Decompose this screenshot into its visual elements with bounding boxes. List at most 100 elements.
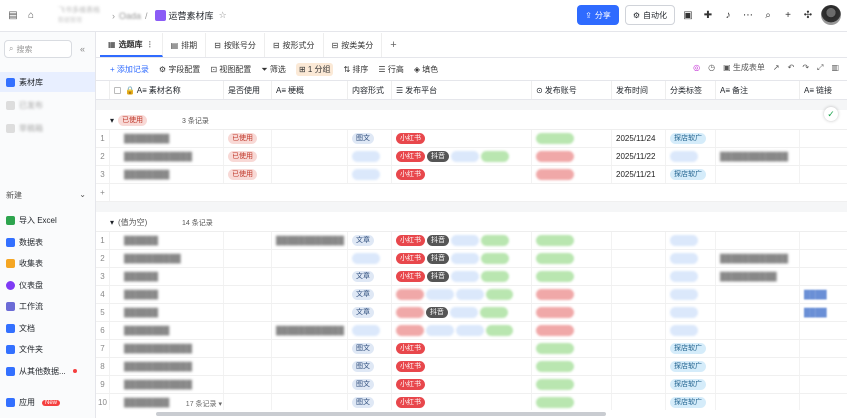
- cell-tag[interactable]: ████: [666, 250, 716, 267]
- add-record-button[interactable]: + 添加记录: [110, 64, 149, 75]
- cell-link[interactable]: [800, 358, 847, 375]
- sidebar-item-table[interactable]: 已发布: [0, 95, 95, 115]
- row-number[interactable]: 8: [96, 358, 110, 375]
- sidebar-toggle-icon[interactable]: ▤: [6, 9, 20, 23]
- cell-account[interactable]: ██████: [532, 358, 612, 375]
- cell-used[interactable]: 已使用: [224, 166, 272, 183]
- document-title[interactable]: 运营素材库: [169, 9, 214, 22]
- row-number[interactable]: 1: [96, 130, 110, 147]
- table-row[interactable]: 1 ████████ 已使用 图文 小红书 ██████ 2025/11/24 探店软广: [96, 130, 847, 148]
- parent-page-link[interactable]: Oada: [119, 11, 141, 21]
- cell-date[interactable]: 2025/11/24: [612, 130, 666, 147]
- row-number[interactable]: 1: [96, 232, 110, 249]
- cell-account[interactable]: ██████: [532, 394, 612, 410]
- new-section-header[interactable]: 新建 ⌄: [6, 190, 86, 201]
- link-chip[interactable]: ████: [804, 308, 827, 317]
- row-number[interactable]: 3: [96, 166, 110, 183]
- cell-summary[interactable]: [272, 358, 348, 375]
- collapse-sidebar-icon[interactable]: «: [80, 44, 85, 54]
- cell-note[interactable]: [716, 304, 800, 321]
- cell-used[interactable]: [224, 250, 272, 267]
- cell-platform[interactable]: ████ ████ ████ ████: [392, 286, 532, 303]
- chevron-down-icon[interactable]: ▾: [110, 218, 114, 227]
- filter-button[interactable]: ⏷ 筛选: [261, 64, 286, 75]
- cell-summary[interactable]: [272, 286, 348, 303]
- menu-data-table[interactable]: 数据表: [0, 232, 96, 254]
- cell-used[interactable]: [224, 394, 272, 410]
- cell-form[interactable]: 文章: [348, 286, 392, 303]
- settings-icon[interactable]: ▥: [831, 63, 839, 72]
- cell-form[interactable]: 文章: [348, 232, 392, 249]
- sort-button[interactable]: ⇅ 排序: [343, 64, 368, 75]
- row-number[interactable]: 3: [96, 268, 110, 285]
- row-number[interactable]: 9: [96, 376, 110, 393]
- cell-summary[interactable]: [272, 250, 348, 267]
- search-input[interactable]: ⌕ 搜索: [4, 40, 72, 58]
- cell-summary[interactable]: [272, 130, 348, 147]
- group-header-row[interactable]: ▾ (值为空) 14 条记录: [96, 212, 847, 232]
- cell-note[interactable]: [716, 322, 800, 339]
- menu-folder[interactable]: 文件夹: [0, 339, 96, 361]
- search-icon[interactable]: ⌕: [761, 8, 775, 22]
- cell-tag[interactable]: ████: [666, 286, 716, 303]
- cell-date[interactable]: [612, 268, 666, 285]
- cell-name[interactable]: ██████: [110, 286, 224, 303]
- cell-date[interactable]: [612, 286, 666, 303]
- cell-date[interactable]: [612, 304, 666, 321]
- cell-platform[interactable]: 小红书 抖音 ████ ████: [392, 268, 532, 285]
- cell-name[interactable]: ██████: [110, 304, 224, 321]
- row-height-button[interactable]: ☰ 行高: [378, 64, 403, 75]
- undo-icon[interactable]: ↶: [788, 63, 795, 72]
- cell-account[interactable]: ██████: [532, 322, 612, 339]
- automation-button[interactable]: ⚙ 自动化: [624, 5, 675, 25]
- column-header[interactable]: 🔒 A≡ 素材名称: [110, 81, 224, 99]
- tab-view[interactable]: ▦ 选题库 ⋮: [100, 33, 163, 57]
- menu-other-data[interactable]: 从其他数据...: [0, 361, 96, 383]
- cell-link[interactable]: [800, 166, 847, 183]
- bell-icon[interactable]: ♪: [721, 8, 735, 22]
- home-icon[interactable]: ⌂: [24, 9, 38, 23]
- table-row[interactable]: 1 ██████ ████████████ 文章 小红书 抖音 ████ ████ ██████…: [96, 232, 847, 250]
- table-row[interactable]: 3 ██████ 文章 小红书 抖音 ████ ████ ██████ ████ ████████…: [96, 268, 847, 286]
- cell-link[interactable]: [800, 376, 847, 393]
- cell-used[interactable]: [224, 286, 272, 303]
- redo-icon[interactable]: ↷: [802, 63, 809, 72]
- cell-note[interactable]: [716, 166, 800, 183]
- group-header-row[interactable]: ▾ 已使用 3 条记录: [96, 110, 847, 130]
- star-icon[interactable]: ☆: [219, 10, 227, 21]
- app-center-icon[interactable]: ✣: [801, 8, 815, 22]
- column-header[interactable]: A≡ 备注: [716, 81, 800, 99]
- breadcrumb[interactable]: 飞书多维表格 数据管理: [58, 6, 100, 26]
- cell-form[interactable]: ████: [348, 322, 392, 339]
- fill-color-button[interactable]: ◈ 填色: [414, 64, 438, 75]
- menu-workflow[interactable]: 工作流: [0, 296, 96, 318]
- menu-import-excel[interactable]: 导入 Excel: [0, 210, 96, 232]
- cell-name[interactable]: ████████████: [110, 376, 224, 393]
- cell-link[interactable]: [800, 250, 847, 267]
- add-row[interactable]: +: [96, 184, 847, 202]
- cell-account[interactable]: ██████: [532, 286, 612, 303]
- table-row[interactable]: 4 ██████ 文章 ████ ████ ████ ████ ██████ ████ ████: [96, 286, 847, 304]
- cell-date[interactable]: [612, 232, 666, 249]
- row-number[interactable]: 7: [96, 340, 110, 357]
- cell-tag[interactable]: 探店软广: [666, 358, 716, 375]
- cell-tag[interactable]: 探店软广: [666, 130, 716, 147]
- tab-view[interactable]: ⊟ 按账号分: [206, 33, 265, 57]
- tab-view[interactable]: ⊟ 按形式分: [265, 33, 324, 57]
- template-icon[interactable]: ▣: [681, 8, 695, 22]
- avatar[interactable]: [821, 5, 841, 25]
- generate-form-button[interactable]: ▣ 生成表单: [723, 62, 765, 73]
- column-header[interactable]: A≡ 链接: [800, 81, 847, 99]
- cell-name[interactable]: ████████: [110, 166, 224, 183]
- cell-tag[interactable]: ████: [666, 304, 716, 321]
- cell-form[interactable]: 图文: [348, 340, 392, 357]
- cell-used[interactable]: 已使用: [224, 130, 272, 147]
- cell-used[interactable]: 已使用: [224, 148, 272, 165]
- cell-used[interactable]: [224, 322, 272, 339]
- cell-name[interactable]: ████████████: [110, 148, 224, 165]
- cell-name[interactable]: ████████: [110, 322, 224, 339]
- table-row[interactable]: 2 ██████████ ████ 小红书 抖音 ████ ████ ██████ ████ ██…: [96, 250, 847, 268]
- column-header[interactable]: ☰ 发布平台: [392, 81, 532, 99]
- cell-tag[interactable]: ████: [666, 268, 716, 285]
- column-header[interactable]: ⊙ 发布账号: [532, 81, 612, 99]
